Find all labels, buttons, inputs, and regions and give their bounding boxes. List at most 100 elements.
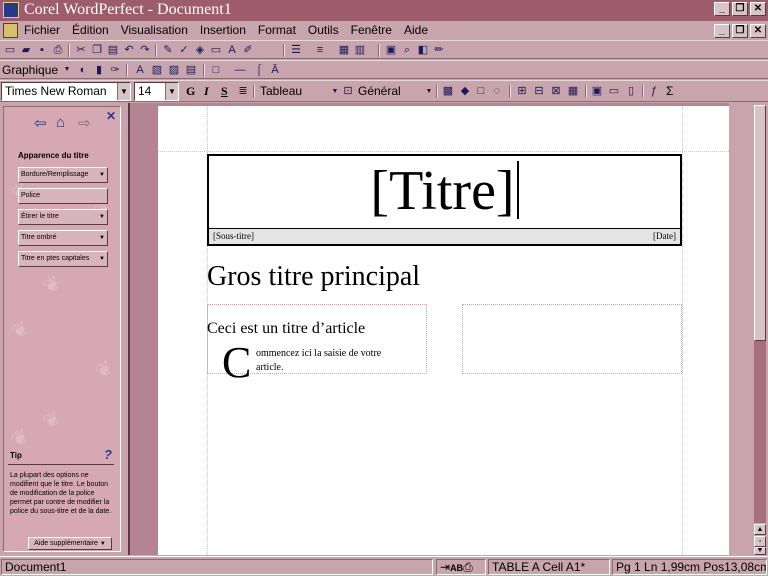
forward-arrow-icon[interactable]: ⇨ [78,114,91,132]
spellcheck-icon[interactable]: ✓ [177,43,191,57]
border-icon[interactable]: □ [209,63,223,77]
titre-capitales-button[interactable]: Titre en ptes capitales ▼ [18,251,108,267]
vline-icon[interactable]: ⌠ [252,63,266,77]
wordperfect-app-icon[interactable] [3,2,19,18]
back-arrow-icon[interactable]: ⇦ [34,114,47,132]
zoom-icon[interactable]: ⌕ [400,43,414,57]
print-icon[interactable]: ⎙ [51,43,65,57]
scroll-thumb[interactable] [754,105,766,341]
font-style-icon[interactable]: Ā [268,63,282,77]
split-cells-icon[interactable]: ⊠ [549,84,563,98]
next-page-button[interactable]: ▼ [754,547,766,555]
justify-icon[interactable]: ≣ [236,84,250,98]
titre-ombre-button[interactable]: Titre ombré ▼ [18,230,108,246]
caption-icon[interactable]: ▨ [167,63,181,77]
doc-minimize-button[interactable]: _ [714,24,730,38]
restore-button[interactable]: ❐ [732,2,748,16]
article-title[interactable]: Ceci est un titre d’article [207,320,365,338]
menu-aide[interactable]: Aide [404,23,428,37]
menu-outils[interactable]: Outils [308,23,339,37]
title-banner-table[interactable]: [Titre] [Sous-titre] [Date] [207,154,682,246]
highlight-icon[interactable]: ✏ [432,43,446,57]
print-preview-icon[interactable]: ▣ [384,43,398,57]
draw-icon[interactable]: ✐ [241,43,255,57]
insert-mode-icon[interactable]: ⇥ [440,560,450,574]
document-page[interactable]: [Titre] [Sous-titre] [Date] Gros titre p… [158,106,731,555]
chevron-down-icon[interactable]: ▼ [165,83,178,100]
figure-icon[interactable]: ▧ [150,63,164,77]
title-cell[interactable]: [Titre] [209,158,680,224]
subtitle-strip[interactable]: [Sous-titre] [Date] [209,228,680,244]
menu-fichier[interactable]: Fichier [24,23,60,37]
textart-icon[interactable]: A [133,63,147,77]
main-headline[interactable]: Gros titre principal [207,261,420,293]
tableau-dropdown-icon[interactable]: ▼ [328,85,342,99]
cell-border-icon[interactable]: ⊡ [341,84,355,98]
wrap-icon[interactable]: ▤ [184,63,198,77]
article-column-right[interactable] [462,304,682,374]
open-icon[interactable]: ▰ [19,43,33,57]
help-question-icon[interactable]: ? [104,447,112,462]
font-size-select[interactable]: 14 ▼ [134,82,179,101]
close-button[interactable]: ✕ [750,2,766,16]
minimize-button[interactable]: _ [714,2,730,16]
page-icon[interactable]: ▫ [754,536,766,547]
spell-as-you-go-icon[interactable]: AB [450,563,463,573]
tableau-menu[interactable]: Tableau [260,84,302,98]
underline-button[interactable]: S [221,84,228,99]
fill-icon[interactable]: ◆ [458,84,472,98]
new-icon[interactable]: ▭ [3,43,17,57]
status-icons[interactable]: ⇥AB⎙ [436,559,486,575]
police-button[interactable]: Police [18,188,108,204]
save-icon[interactable]: ▪ [35,43,49,57]
etirer-titre-button[interactable]: Étirer le titre ▼ [18,209,108,225]
general-format-menu[interactable]: Général [358,84,401,98]
undo-icon[interactable]: ↶ [122,43,136,57]
bullets-icon[interactable]: ≡ [313,43,327,57]
text-box-icon[interactable]: A [225,43,239,57]
menu-fenetre[interactable]: Fenêtre [351,23,392,37]
select-cell-icon[interactable]: ▩ [441,84,455,98]
column-width-icon[interactable]: ▯ [624,84,638,98]
doc-restore-button[interactable]: ❐ [732,24,748,38]
line-icon[interactable]: — [233,63,247,77]
row-height-icon[interactable]: ▭ [607,84,621,98]
formula-icon[interactable]: ƒ [647,84,661,98]
quickformat-icon[interactable]: ✎ [161,43,175,57]
join-cells-icon[interactable]: ⊟ [532,84,546,98]
paste-icon[interactable]: ▤ [106,43,120,57]
numbering-icon[interactable]: ☰ [289,43,303,57]
copy-icon[interactable]: ❐ [90,43,104,57]
previous-page-button[interactable]: ▲ [754,524,766,535]
sum-button[interactable]: Σ [666,84,673,98]
font-family-select[interactable]: Times New Roman ▼ [1,82,131,101]
graphique-dropdown-icon[interactable]: ▼ [60,63,74,77]
table-format-icon[interactable]: ▦ [566,84,580,98]
document-icon[interactable] [3,23,18,38]
table-icon[interactable]: ▦ [337,43,351,57]
general-dropdown-icon[interactable]: ▼ [422,85,436,99]
cut-icon[interactable]: ✂ [74,43,88,57]
table-border-icon[interactable]: ▣ [590,84,604,98]
article-body[interactable]: ommencez ici la saisie de votre article. [256,347,406,375]
bold-button[interactable]: G [186,84,195,99]
printer-icon[interactable]: ⎙ [463,560,473,574]
graphique-menu[interactable]: Graphique [2,63,58,77]
menu-visualisation[interactable]: Visualisation [121,23,188,37]
clipart-icon[interactable]: ◈ [193,43,207,57]
redo-icon[interactable]: ↷ [138,43,152,57]
home-icon[interactable]: ⌂ [56,114,65,131]
menu-insertion[interactable]: Insertion [200,23,246,37]
status-position[interactable]: Pg 1 Ln 1,99cm Pos13,08cm [612,559,767,575]
columns-icon[interactable]: ▥ [353,43,367,57]
chart-icon[interactable]: ▮ [92,63,106,77]
status-table-cell[interactable]: TABLE A Cell A1* [488,559,610,575]
italic-button[interactable]: I [204,84,209,99]
rotate-icon[interactable]: ◌ [490,84,504,98]
doc-close-button[interactable]: ✕ [750,24,766,38]
aide-supplementaire-button[interactable]: Aide supplémentaire ▼ [28,537,112,550]
cell-outline-icon[interactable]: □ [474,84,488,98]
shape-icon[interactable]: ▭ [209,43,223,57]
tool-icon[interactable]: ✑ [108,63,122,77]
insert-row-icon[interactable]: ⊞ [515,84,529,98]
